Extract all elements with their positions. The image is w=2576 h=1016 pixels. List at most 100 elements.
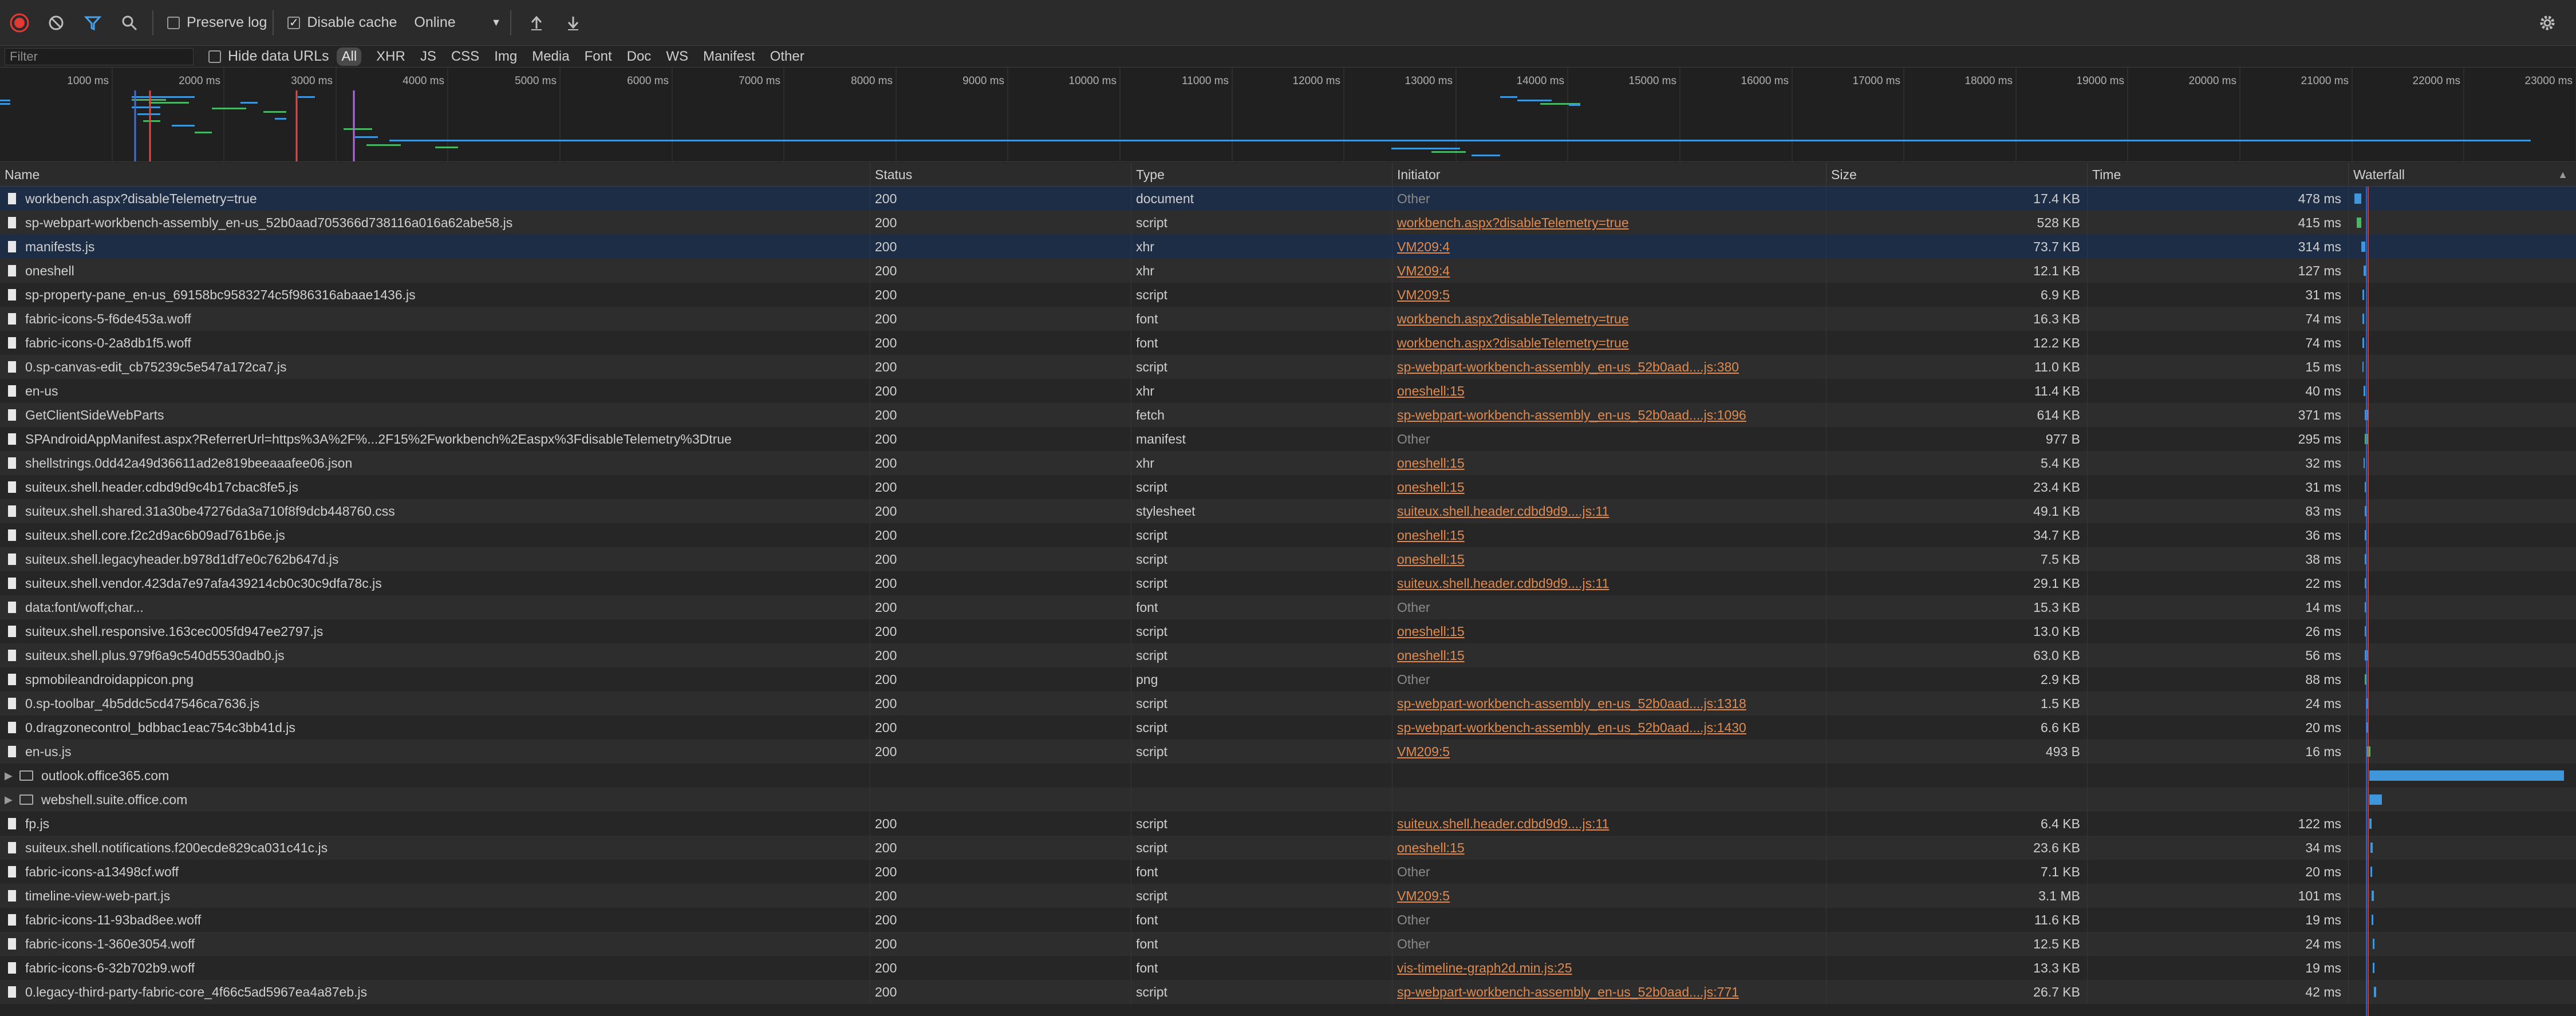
table-row[interactable]: timeline-view-web-part.js 200 script VM209:… [0,884,2576,908]
request-name-cell[interactable]: 0.legacy-third-party-fabric-core_4f66c5a… [0,980,870,1004]
request-name-cell[interactable]: suiteux.shell.header.cdbd9d9c4b17cbac8fe… [0,475,870,499]
request-name-cell[interactable]: suiteux.shell.legacyheader.b978d1df7e0c7… [0,547,870,571]
request-initiator-cell[interactable]: sp-webpart-workbench-assembly_en-us_52b0… [1392,691,1827,715]
request-name-cell[interactable]: fabric-icons-0-2a8db1f5.woff [0,331,870,355]
request-name-cell[interactable]: GetClientSideWebParts [0,403,870,427]
request-initiator-cell[interactable]: VM209:5 [1392,740,1827,764]
table-row[interactable]: 0.sp-toolbar_4b5ddc5cd47546ca7636.js 200 s… [0,691,2576,715]
network-overview[interactable]: 1000 ms 2000 ms 3000 ms 4000 ms 5000 ms 6000 … [0,68,2576,162]
hide-data-urls-box[interactable] [208,50,221,63]
expand-triangle-icon[interactable]: ▶ [5,788,16,812]
record-button[interactable] [2,6,37,40]
request-initiator-cell[interactable]: suiteux.shell.header.cdbd9d9....js:11 [1392,571,1827,595]
request-name-cell[interactable]: ▶ outlook.office365.com [0,764,870,788]
request-initiator[interactable]: sp-webpart-workbench-assembly_en-us_52b0… [1397,720,1746,735]
table-row[interactable]: fabric-icons-0-2a8db1f5.woff 200 font workb… [0,331,2576,355]
table-row[interactable]: 0.sp-canvas-edit_cb75239c5e547a172ca7.js… [0,355,2576,379]
disable-cache-box[interactable]: ✓ [287,16,301,29]
filter-type-xhr[interactable]: XHR [376,49,405,65]
table-row[interactable]: suiteux.shell.shared.31a30be47276da3a710… [0,499,2576,523]
disable-cache-checkbox[interactable]: ✓ Disable cache [287,14,397,31]
request-name-cell[interactable]: suiteux.shell.vendor.423da7e97afa439214c… [0,571,870,595]
request-name-cell[interactable]: fabric-icons-5-f6de453a.woff [0,307,870,331]
request-name-cell[interactable]: en-us [0,379,870,403]
request-name-cell[interactable]: suiteux.shell.notifications.f200ecde829c… [0,836,870,860]
request-initiator[interactable]: vis-timeline-graph2d.min.js:25 [1397,960,1572,975]
request-initiator[interactable]: workbench.aspx?disableTelemetry=true [1397,335,1629,350]
table-row[interactable]: 0.dragzonecontrol_bdbbac1eac754c3bb41d.j… [0,715,2576,740]
request-name-cell[interactable]: fabric-icons-a13498cf.woff [0,860,870,884]
request-initiator[interactable]: oneshell:15 [1397,384,1465,398]
request-initiator-cell[interactable]: oneshell:15 [1392,836,1827,860]
table-row[interactable]: manifests.js 200 xhr VM209:4 73.7 KB 314 ms [0,235,2576,259]
request-initiator[interactable]: oneshell:15 [1397,480,1465,495]
throttling-select[interactable]: Online ▼ [414,14,501,31]
table-row[interactable]: suiteux.shell.vendor.423da7e97afa439214c… [0,571,2576,595]
filter-toggle-button[interactable] [76,6,110,40]
table-row[interactable]: fabric-icons-1-360e3054.woff 200 font Other… [0,932,2576,956]
table-row[interactable]: fabric-icons-6-32b702b9.woff 200 font vis-t… [0,956,2576,980]
column-header-initiator[interactable]: Initiator [1392,163,1827,187]
request-initiator[interactable]: sp-webpart-workbench-assembly_en-us_52b0… [1397,408,1746,422]
request-initiator-cell[interactable]: VM209:4 [1392,235,1827,259]
request-initiator[interactable]: suiteux.shell.header.cdbd9d9....js:11 [1397,816,1609,831]
filter-type-font[interactable]: Font [585,49,612,65]
request-initiator[interactable]: oneshell:15 [1397,456,1465,471]
request-name-cell[interactable]: suiteux.shell.responsive.163cec005fd947e… [0,619,870,643]
request-name-cell[interactable]: oneshell [0,259,870,283]
request-initiator-cell[interactable]: suiteux.shell.header.cdbd9d9....js:11 [1392,499,1827,523]
table-row[interactable]: suiteux.shell.responsive.163cec005fd947e… [0,619,2576,643]
request-initiator[interactable]: oneshell:15 [1397,624,1465,639]
table-row[interactable]: en-us.js 200 script VM209:5 493 B 16 ms [0,740,2576,764]
request-initiator[interactable]: oneshell:15 [1397,528,1465,543]
request-initiator-cell[interactable]: oneshell:15 [1392,619,1827,643]
clear-button[interactable] [39,6,73,40]
request-name-cell[interactable]: 0.sp-canvas-edit_cb75239c5e547a172ca7.js [0,355,870,379]
filter-input[interactable]: Filter [5,48,194,65]
import-har-button[interactable] [519,6,554,40]
filter-type-ws[interactable]: WS [666,49,688,65]
request-initiator-cell[interactable]: oneshell:15 [1392,451,1827,475]
preserve-log-box[interactable] [167,16,180,29]
overview-timeline[interactable]: 1000 ms 2000 ms 3000 ms 4000 ms 5000 ms 6000 … [0,68,2576,161]
request-initiator[interactable]: oneshell:15 [1397,552,1465,567]
request-name-cell[interactable]: fp.js [0,812,870,836]
request-name-cell[interactable]: data:font/woff;char... [0,595,870,619]
column-header-status[interactable]: Status [870,163,1131,187]
request-name-cell[interactable]: timeline-view-web-part.js [0,884,870,908]
table-row[interactable]: fabric-icons-5-f6de453a.woff 200 font workb… [0,307,2576,331]
request-initiator-cell[interactable]: VM209:4 [1392,259,1827,283]
request-initiator-cell[interactable]: sp-webpart-workbench-assembly_en-us_52b0… [1392,403,1827,427]
request-initiator-cell[interactable]: workbench.aspx?disableTelemetry=true [1392,211,1827,235]
request-initiator-cell[interactable]: VM209:5 [1392,884,1827,908]
request-name-cell[interactable]: sp-webpart-workbench-assembly_en-us_52b0… [0,211,870,235]
request-initiator-cell[interactable]: oneshell:15 [1392,379,1827,403]
request-group-row[interactable]: ▶ webshell.suite.office.com [0,788,2576,812]
column-header-size[interactable]: Size [1827,163,2088,187]
request-initiator-cell[interactable]: suiteux.shell.header.cdbd9d9....js:11 [1392,812,1827,836]
request-name-cell[interactable]: workbench.aspx?disableTelemetry=true [0,187,870,211]
filter-type-other[interactable]: Other [770,49,804,65]
request-initiator[interactable]: VM209:4 [1397,263,1450,278]
filter-type-img[interactable]: Img [494,49,517,65]
filter-type-manifest[interactable]: Manifest [703,49,755,65]
filter-type-media[interactable]: Media [532,49,569,65]
request-name-cell[interactable]: 0.dragzonecontrol_bdbbac1eac754c3bb41d.j… [0,715,870,740]
table-row[interactable]: suiteux.shell.plus.979f6a9c540d5530adb0.… [0,643,2576,667]
table-row[interactable]: 0.legacy-third-party-fabric-core_4f66c5a… [0,980,2576,1004]
table-row[interactable]: workbench.aspx?disableTelemetry=true 200 d… [0,187,2576,211]
request-initiator[interactable]: suiteux.shell.header.cdbd9d9....js:11 [1397,504,1609,519]
request-initiator-cell[interactable]: oneshell:15 [1392,643,1827,667]
request-initiator-cell[interactable]: oneshell:15 [1392,475,1827,499]
table-row[interactable]: spmobileandroidappicon.png 200 png Other 2.9… [0,667,2576,691]
request-name-cell[interactable]: manifests.js [0,235,870,259]
request-name-cell[interactable]: fabric-icons-6-32b702b9.woff [0,956,870,980]
table-row[interactable]: suiteux.shell.core.f2c2d9ac6b09ad761b6e.… [0,523,2576,547]
filter-type-css[interactable]: CSS [451,49,479,65]
table-row[interactable]: fp.js 200 script suiteux.shell.header.cdbd9… [0,812,2576,836]
table-row[interactable]: suiteux.shell.header.cdbd9d9c4b17cbac8fe… [0,475,2576,499]
request-initiator[interactable]: VM209:5 [1397,744,1450,759]
request-name-cell[interactable]: suiteux.shell.shared.31a30be47276da3a710… [0,499,870,523]
request-initiator[interactable]: VM209:5 [1397,287,1450,302]
export-har-button[interactable] [556,6,590,40]
